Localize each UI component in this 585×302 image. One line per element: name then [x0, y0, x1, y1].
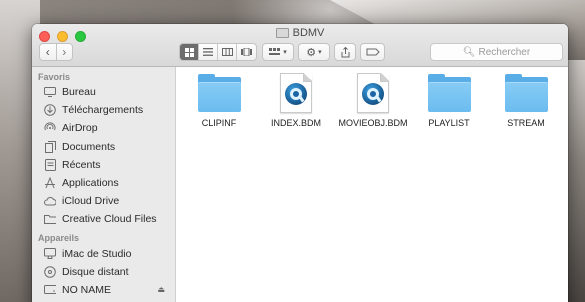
sidebar-item-label: NO NAME: [62, 283, 112, 296]
sidebar-item-label: iMac de Studio: [62, 247, 132, 260]
sidebar-item-no-name[interactable]: NO NAME ⏏: [32, 281, 175, 299]
search-placeholder: Rechercher: [478, 46, 531, 58]
title-bar: BDMV ‹ › ▾ ⚙ ▾ 🔍︎ Rechercher: [32, 24, 568, 67]
airdrop-icon: [44, 122, 56, 134]
sidebar-section-devices: Appareils: [38, 232, 80, 243]
chevron-down-icon: ▾: [318, 49, 322, 56]
sidebar-item-label: Téléchargements: [62, 104, 144, 117]
sidebar-item-label: AirDrop: [62, 122, 98, 135]
sidebar-item-creative-cloud-files[interactable]: Creative Cloud Files: [32, 210, 175, 228]
file-name: PLAYLIST: [428, 118, 470, 128]
folder-icon: [504, 74, 548, 113]
folder-icon: [275, 28, 289, 38]
sidebar-item-label: Documents: [62, 140, 116, 153]
sidebar-item-airdrop[interactable]: AirDrop: [32, 119, 175, 137]
desktop-icon: [44, 87, 56, 98]
finder-window: BDMV ‹ › ▾ ⚙ ▾ 🔍︎ Rechercher Favoris Bur…: [32, 24, 568, 302]
tag-button[interactable]: [360, 43, 385, 61]
gallery-view-button[interactable]: [237, 44, 256, 60]
quicktime-document-icon: [280, 73, 312, 113]
back-button[interactable]: ‹: [40, 44, 57, 60]
list-view-button[interactable]: [199, 44, 218, 60]
sidebar: Favoris Bureau Téléchargements AirDrop D…: [32, 67, 176, 302]
list-icon: [203, 48, 213, 56]
search-field[interactable]: 🔍︎ Rechercher: [430, 43, 563, 61]
sidebar-item-remote-disc[interactable]: Disque distant: [32, 263, 175, 281]
file-name: MOVIEOBJ.BDM: [338, 118, 408, 128]
columns-icon: [221, 48, 233, 56]
applications-icon: [44, 177, 56, 189]
file-item[interactable]: INDEX.BDM: [256, 73, 336, 128]
folder-icon: [197, 74, 241, 113]
action-button[interactable]: ⚙ ▾: [298, 43, 330, 61]
file-name: INDEX.BDM: [270, 118, 321, 128]
sidebar-section-favorites: Favoris: [38, 72, 71, 82]
file-browser: CLIPINF INDEX.BDM MOVIEOBJ.BDM PLAYLIST …: [177, 67, 568, 302]
drive-icon: [44, 284, 56, 295]
window-title-area: BDMV: [32, 27, 568, 39]
sidebar-item-label: Bureau: [62, 86, 96, 99]
arrange-button[interactable]: ▾: [262, 43, 294, 61]
sidebar-item-telechargements[interactable]: Téléchargements: [32, 101, 175, 119]
sidebar-item-icloud-drive[interactable]: iCloud Drive: [32, 192, 175, 210]
share-button[interactable]: [334, 43, 356, 61]
gear-icon: ⚙: [306, 46, 317, 59]
file-item[interactable]: PLAYLIST: [409, 73, 489, 128]
window-title: BDMV: [292, 27, 325, 39]
eject-icon[interactable]: ⏏: [157, 285, 165, 294]
column-view-button[interactable]: [218, 44, 237, 60]
search-icon: 🔍︎: [462, 46, 476, 58]
file-item[interactable]: MOVIEOBJ.BDM: [333, 73, 413, 128]
sidebar-item-label: Récents: [62, 158, 101, 171]
arrange-grid-icon: [269, 48, 281, 55]
chevron-down-icon: ▾: [283, 49, 287, 56]
folder-icon: [427, 74, 471, 113]
quicktime-document-icon: [357, 73, 389, 113]
share-icon: [341, 46, 349, 57]
file-name: CLIPINF: [201, 118, 237, 128]
recents-icon: [44, 158, 56, 171]
file-item[interactable]: STREAM: [486, 73, 566, 128]
toolbar: ‹ › ▾ ⚙ ▾ 🔍︎ Rechercher: [32, 43, 568, 63]
sidebar-item-label: Creative Cloud Files: [62, 213, 157, 226]
file-item[interactable]: CLIPINF: [179, 73, 259, 128]
file-name: STREAM: [507, 118, 545, 128]
sidebar-item-label: iCloud Drive: [62, 195, 120, 208]
gallery-icon: [240, 48, 252, 56]
icon-view-button[interactable]: [180, 44, 199, 60]
view-mode-selector: [179, 43, 257, 61]
forward-button[interactable]: ›: [57, 44, 73, 60]
downloads-icon: [44, 104, 56, 117]
grid-icon: [184, 47, 194, 57]
disc-icon: [44, 265, 56, 278]
sidebar-item-label: Disque distant: [62, 265, 129, 278]
imac-icon: [44, 248, 56, 260]
folder-icon: [44, 214, 56, 225]
sidebar-item-documents[interactable]: Documents: [32, 138, 175, 156]
sidebar-item-label: Applications: [62, 177, 119, 190]
navigation-buttons: ‹ ›: [39, 43, 73, 61]
sidebar-item-applications[interactable]: Applications: [32, 174, 175, 192]
documents-icon: [44, 140, 56, 153]
cloud-icon: [44, 196, 56, 207]
sidebar-item-imac[interactable]: iMac de Studio: [32, 245, 175, 263]
tag-icon: [366, 48, 380, 56]
sidebar-item-recents[interactable]: Récents: [32, 156, 175, 174]
sidebar-item-bureau[interactable]: Bureau: [32, 83, 175, 101]
